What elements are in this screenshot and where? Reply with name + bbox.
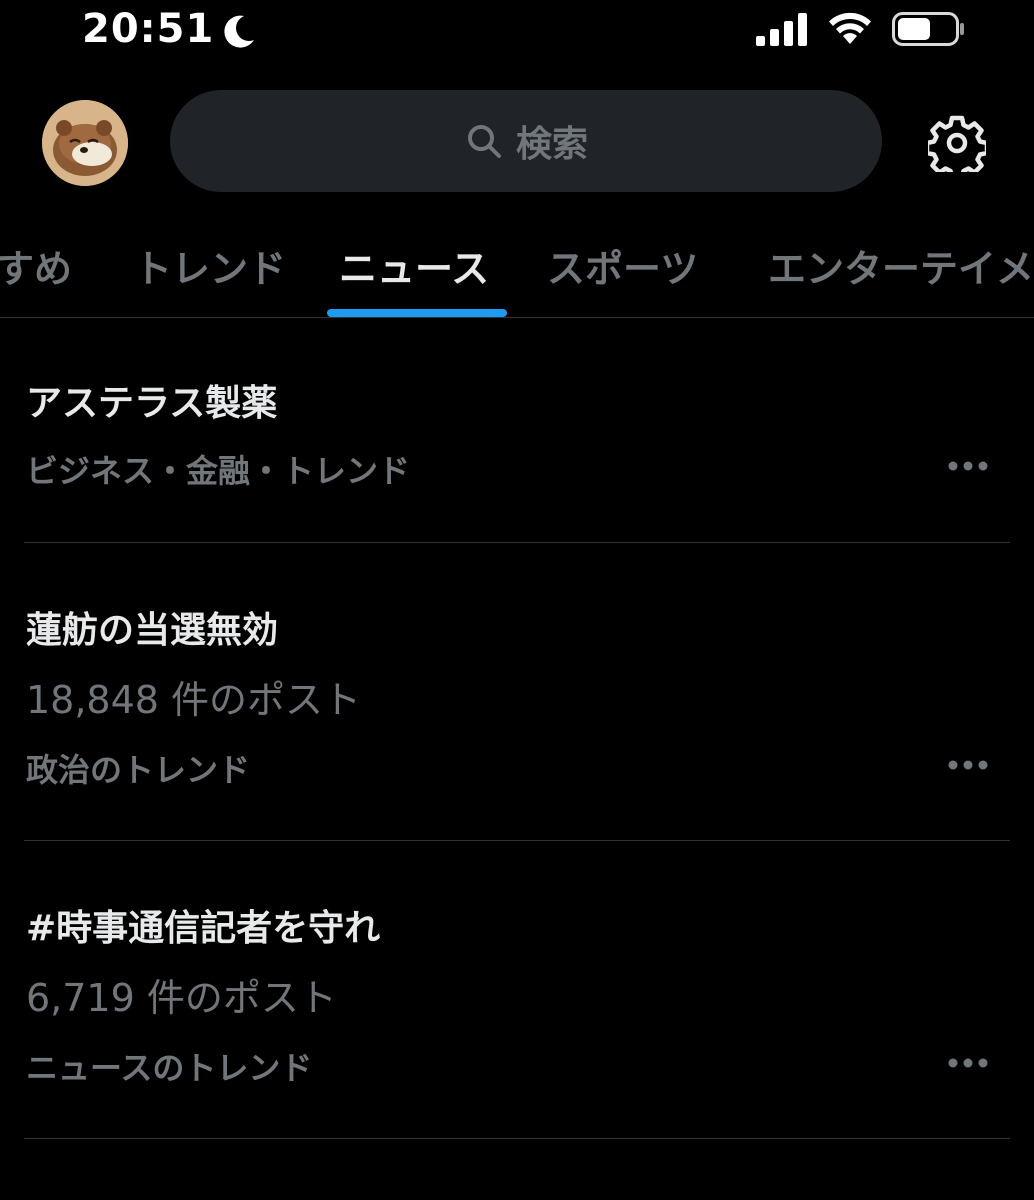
cellular-signal-icon: [756, 13, 807, 46]
trend-post-count: 18,848 件のポスト: [26, 678, 362, 722]
trend-title: アステラス製薬: [26, 383, 278, 424]
tab-news[interactable]: ニュース: [339, 238, 489, 293]
trend-context: 政治のトレンド: [26, 751, 251, 789]
tab-for-you[interactable]: すめ: [0, 238, 72, 293]
more-horizontal-icon[interactable]: [946, 1056, 990, 1070]
trend-context: ニュースのトレンド: [26, 1049, 313, 1087]
explore-tabs: すめ トレンド ニュース スポーツ エンターテイメ: [0, 210, 1034, 317]
status-bar: 20:51: [0, 0, 1034, 60]
avatar-image: [42, 100, 128, 186]
list-divider: [24, 1138, 1010, 1139]
profile-avatar[interactable]: [42, 100, 128, 186]
tab-sports[interactable]: スポーツ: [547, 238, 698, 293]
gear-icon[interactable]: [928, 114, 986, 172]
search-placeholder: 検索: [515, 124, 588, 165]
trend-title: #時事通信記者を守れ: [26, 908, 381, 949]
moon-icon: [224, 15, 254, 48]
status-time: 20:51: [82, 6, 215, 52]
search-bar[interactable]: 検索: [170, 90, 882, 192]
wifi-icon: [829, 12, 871, 44]
more-horizontal-icon[interactable]: [946, 459, 990, 473]
trend-item[interactable]: 蓮舫の当選無効 18,848 件のポスト 政治のトレンド: [0, 543, 1034, 840]
active-tab-indicator: [327, 309, 507, 317]
tab-entertainment[interactable]: エンターテイメ: [768, 238, 1034, 293]
trend-context: ビジネス・金融・トレンド: [26, 452, 411, 490]
trend-post-count: 6,719 件のポスト: [26, 976, 337, 1020]
trend-item[interactable]: #時事通信記者を守れ 6,719 件のポスト ニュースのトレンド: [0, 841, 1034, 1138]
battery-icon: [892, 12, 964, 46]
more-horizontal-icon[interactable]: [946, 758, 990, 772]
tab-trending[interactable]: トレンド: [134, 238, 286, 293]
trend-item[interactable]: アステラス製薬 ビジネス・金融・トレンド: [0, 318, 1034, 542]
trend-title: 蓮舫の当選無効: [26, 610, 279, 651]
search-icon: [467, 125, 501, 158]
explore-screen: 20:51 検索 すめ トレンド ニュース スポーツ エンターテイメ アステラス…: [0, 0, 1034, 1200]
